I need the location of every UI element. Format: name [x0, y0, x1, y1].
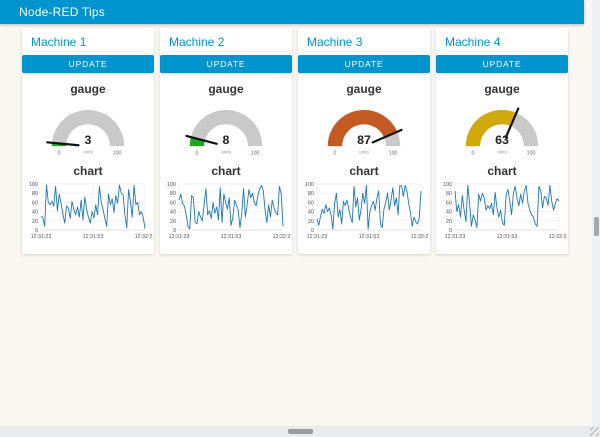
svg-text:60: 60 [446, 200, 452, 206]
panels-row: Machine 1 UPDATE gauge 3units0100 chart … [0, 28, 592, 254]
app-header: Node-RED Tips [0, 0, 584, 24]
svg-text:80: 80 [170, 191, 176, 197]
update-button[interactable]: UPDATE [298, 55, 430, 73]
gauge-widget: 63 units 0 100 [442, 98, 562, 160]
machine-panel-3: Machine 3 UPDATE gauge 87 units 0 100 chart… [298, 28, 430, 254]
app-title: Node-RED Tips [0, 5, 105, 19]
svg-text:100: 100 [251, 151, 260, 157]
horizontal-scrollbar-thumb[interactable] [288, 429, 313, 434]
vertical-scrollbar[interactable] [592, 0, 600, 437]
update-button[interactable]: UPDATE [22, 55, 154, 73]
gauge-widget: 87 units 0 100 [304, 98, 424, 160]
chart-widget: 02040608010012:31:2312:31:5312:32:23 [437, 180, 567, 243]
gauge-widget: 8 units 0 100 [166, 98, 286, 160]
svg-text:12:31:53: 12:31:53 [221, 234, 242, 240]
gauge-title: gauge [436, 82, 568, 96]
chart-title: chart [160, 164, 292, 178]
svg-text:12:31:53: 12:31:53 [359, 234, 380, 240]
svg-text:0: 0 [333, 151, 336, 157]
gauge-title: gauge [298, 82, 430, 96]
svg-text:0: 0 [195, 151, 198, 157]
svg-text:12:32:23: 12:32:23 [135, 234, 153, 240]
machine-title: Machine 1 [22, 28, 154, 55]
vertical-scrollbar-thumb[interactable] [594, 217, 599, 236]
svg-text:60: 60 [308, 200, 314, 206]
machine-title: Machine 4 [436, 28, 568, 55]
svg-text:60: 60 [170, 200, 176, 206]
chart-widget: 02040608010012:31:2312:31:5312:32:23 [161, 180, 291, 243]
svg-text:80: 80 [32, 191, 38, 197]
svg-text:100: 100 [305, 182, 314, 188]
svg-text:12:31:23: 12:31:23 [169, 234, 190, 240]
svg-text:20: 20 [308, 219, 314, 225]
svg-text:40: 40 [446, 210, 452, 216]
machine-title: Machine 3 [298, 28, 430, 55]
svg-text:40: 40 [308, 210, 314, 216]
gauge-title: gauge [22, 82, 154, 96]
svg-text:8: 8 [223, 133, 230, 147]
update-button[interactable]: UPDATE [436, 55, 568, 73]
machine-panel-1: Machine 1 UPDATE gauge 3units0100 chart … [22, 28, 154, 254]
chart-widget: 02040608010012:31:2312:31:5312:32:23 [299, 180, 429, 243]
dashboard-page: Node-RED Tips Machine 1 UPDATE gauge 3 un… [0, 0, 600, 437]
update-button[interactable]: UPDATE [160, 55, 292, 73]
svg-text:12:31:53: 12:31:53 [497, 234, 518, 240]
svg-text:units: units [497, 149, 508, 155]
svg-text:12:31:23: 12:31:23 [307, 234, 328, 240]
svg-text:100: 100 [389, 151, 398, 157]
svg-text:12:32:23: 12:32:23 [549, 234, 567, 240]
svg-text:40: 40 [32, 210, 38, 216]
svg-text:20: 20 [170, 219, 176, 225]
horizontal-scrollbar[interactable] [0, 426, 592, 437]
chart-title: chart [298, 164, 430, 178]
machine-title: Machine 2 [160, 28, 292, 55]
svg-text:12:31:53: 12:31:53 [83, 234, 104, 240]
svg-text:units: units [359, 149, 370, 155]
svg-text:20: 20 [446, 219, 452, 225]
svg-text:80: 80 [308, 191, 314, 197]
svg-text:20: 20 [32, 219, 38, 225]
svg-text:0: 0 [57, 151, 60, 157]
svg-text:63: 63 [495, 133, 509, 147]
machine-panel-4: Machine 4 UPDATE gauge 63 units 0 100 chart… [436, 28, 568, 254]
svg-text:12:32:23: 12:32:23 [411, 234, 429, 240]
svg-text:87: 87 [357, 133, 371, 147]
svg-text:40: 40 [170, 210, 176, 216]
svg-text:60: 60 [32, 200, 38, 206]
resize-grip-icon[interactable] [589, 426, 600, 437]
svg-text:100: 100 [167, 182, 176, 188]
chart-title: chart [22, 164, 154, 178]
svg-text:12:31:23: 12:31:23 [445, 234, 466, 240]
svg-text:12:32:23: 12:32:23 [273, 234, 291, 240]
gauge-widget: 3 units 0 100 [28, 98, 148, 160]
svg-text:100: 100 [443, 182, 452, 188]
svg-text:units: units [221, 149, 232, 155]
machine-panel-2: Machine 2 UPDATE gauge 8units0100 chart … [160, 28, 292, 254]
svg-text:100: 100 [527, 151, 536, 157]
chart-title: chart [436, 164, 568, 178]
gauge-title: gauge [160, 82, 292, 96]
svg-text:80: 80 [446, 191, 452, 197]
svg-text:units: units [83, 149, 94, 155]
svg-text:0: 0 [471, 151, 474, 157]
svg-text:3: 3 [85, 133, 92, 147]
chart-widget: 02040608010012:31:2312:31:5312:32:23 [23, 180, 153, 243]
svg-text:12:31:23: 12:31:23 [31, 234, 52, 240]
svg-text:100: 100 [29, 182, 38, 188]
svg-text:100: 100 [113, 151, 122, 157]
